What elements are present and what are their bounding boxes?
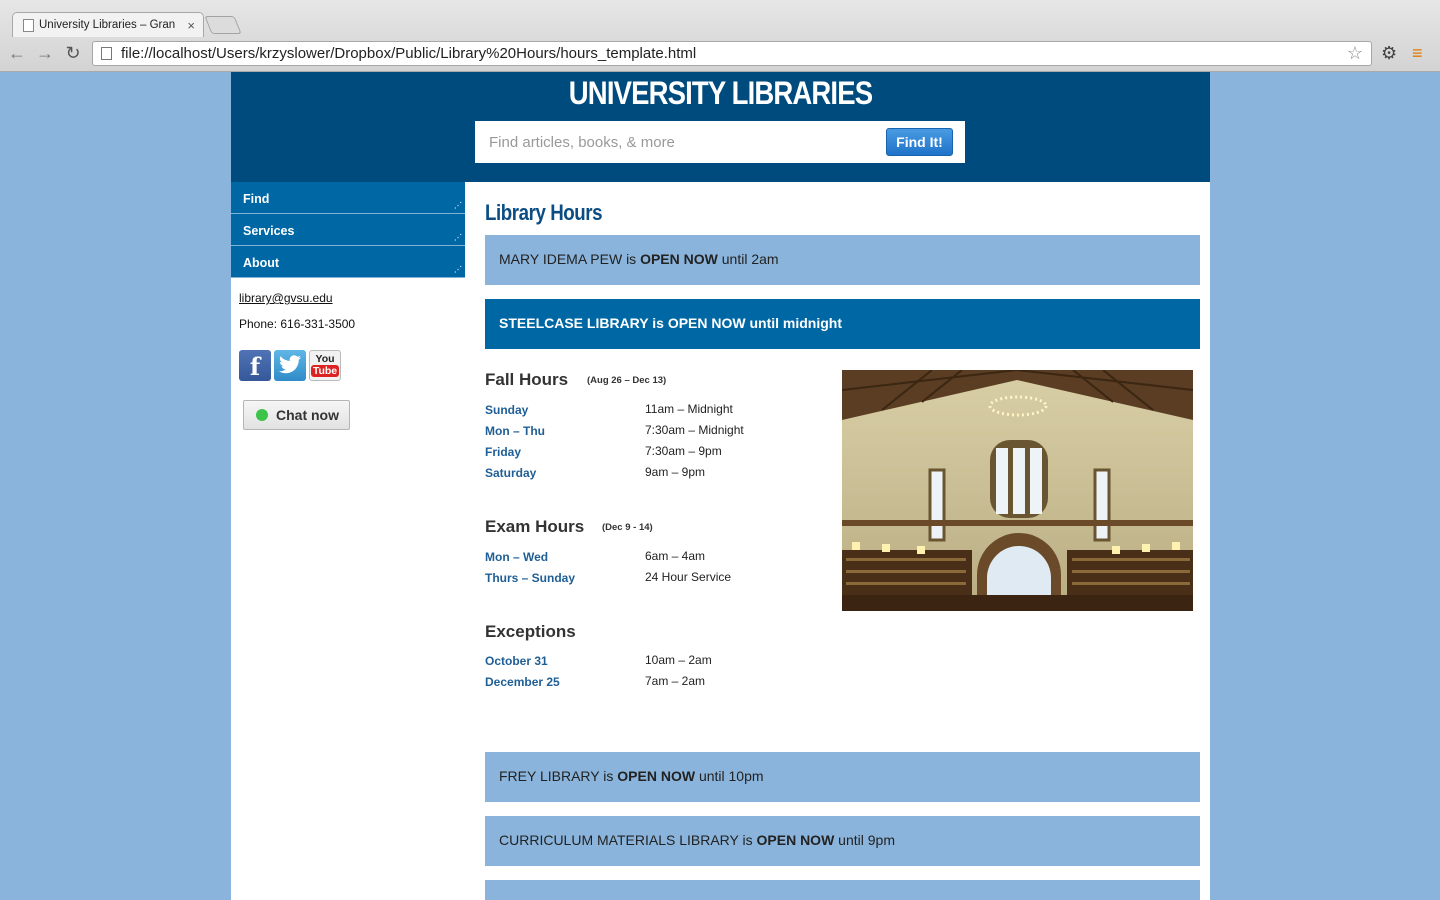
status-until: until 10pm <box>695 768 764 784</box>
tab-title: University Libraries – Gran <box>39 19 176 31</box>
library-name: MARY IDEMA PEW is <box>499 251 641 267</box>
chat-label: Chat now <box>276 407 339 423</box>
library-status-pew[interactable]: MARY IDEMA PEW is OPEN NOW until 2am <box>485 235 1200 285</box>
new-tab-button[interactable] <box>204 16 242 34</box>
exam-hours-title: Exam Hours <box>485 517 585 536</box>
hours-day: Thurs – Sunday <box>485 571 576 585</box>
resize-grip-icon: ⋰ <box>454 233 462 242</box>
search-button[interactable]: Find It! <box>886 128 953 156</box>
hours-time: 7am – 2am <box>645 674 706 688</box>
url-text[interactable]: file://localhost/Users/krzyslower/Dropbo… <box>121 45 1347 62</box>
reload-icon[interactable]: ↻ <box>62 42 84 64</box>
status-text: OPEN NOW <box>640 251 718 267</box>
status-text: OPEN NOW <box>617 768 696 784</box>
browser-toolbar: ← → ↻ file://localhost/Users/krzyslower/… <box>0 37 1440 71</box>
tab-strip: University Libraries – Gran × <box>0 0 1440 37</box>
menu-icon[interactable]: ≡ <box>1412 42 1423 64</box>
hours-time: 6am – 4am <box>645 549 706 563</box>
sidebar-item-about[interactable]: About ⋰ <box>231 246 465 278</box>
page: UNIVERSITY LIBRARIES Find It! Find ⋰ Ser… <box>231 72 1210 900</box>
status-until: until midnight <box>745 315 843 331</box>
back-icon[interactable]: ← <box>6 42 28 64</box>
forward-icon[interactable]: → <box>34 42 56 64</box>
site-header: UNIVERSITY LIBRARIES Find It! <box>231 72 1210 182</box>
exceptions-title: Exceptions <box>485 622 576 641</box>
status-until: until 9pm <box>834 832 895 848</box>
library-status-frey[interactable]: FREY LIBRARY is OPEN NOW until 10pm <box>485 752 1200 802</box>
hours-time: 7:30am – Midnight <box>645 423 744 437</box>
hours-time: 7:30am – 9pm <box>645 444 722 458</box>
youtube-you-text: You <box>315 353 335 365</box>
status-text: OPEN NOW <box>667 315 746 331</box>
chat-now-button[interactable]: Chat now <box>243 400 350 430</box>
hours-day: Friday <box>485 445 522 459</box>
sidebar-item-find[interactable]: Find ⋰ <box>231 182 465 214</box>
sidebar-item-label: About <box>243 256 280 270</box>
hours-day: October 31 <box>485 654 548 668</box>
address-bar[interactable]: file://localhost/Users/krzyslower/Dropbo… <box>92 41 1372 66</box>
status-until: until 2am <box>717 251 779 267</box>
fall-hours-dates: (Aug 26 – Dec 13) <box>587 375 667 386</box>
close-tab-icon[interactable]: × <box>187 18 195 33</box>
resize-grip-icon: ⋰ <box>454 201 462 210</box>
main-content: Library Hours MARY IDEMA PEW is OPEN NOW… <box>485 182 1200 900</box>
email-link[interactable]: library@gvsu.edu <box>239 291 333 305</box>
hours-time: 11am – Midnight <box>645 402 733 416</box>
library-interior-photo <box>842 370 1193 611</box>
library-name: STEELCASE LIBRARY is <box>499 315 668 331</box>
library-status-curriculum[interactable]: CURRICULUM MATERIALS LIBRARY is OPEN NOW… <box>485 816 1200 866</box>
hours-day: Mon – Thu <box>485 424 545 438</box>
hours-time: 24 Hour Service <box>645 570 732 584</box>
library-name: FREY LIBRARY is <box>499 768 618 784</box>
status-text: OPEN NOW <box>756 832 835 848</box>
search-box: Find It! <box>475 121 965 163</box>
settings-icon[interactable]: ⚙ <box>1381 42 1397 64</box>
page-icon <box>23 18 34 32</box>
hours-day: December 25 <box>485 675 560 689</box>
hours-day: Sunday <box>485 403 529 417</box>
fall-hours-title: Fall Hours <box>485 370 569 389</box>
hours-time: 10am – 2am <box>645 653 712 667</box>
library-status-partial[interactable] <box>485 880 1200 900</box>
site-title[interactable]: UNIVERSITY LIBRARIES <box>300 75 1142 112</box>
hours-day: Saturday <box>485 466 537 480</box>
hours-day: Mon – Wed <box>485 550 549 564</box>
library-status-steelcase[interactable]: STEELCASE LIBRARY is OPEN NOW until midn… <box>485 299 1200 349</box>
facebook-icon[interactable]: f <box>239 350 271 381</box>
youtube-icon[interactable]: You Tube <box>309 350 341 381</box>
sidebar-item-label: Find <box>243 192 270 206</box>
youtube-tube-text: Tube <box>310 365 340 377</box>
sidebar-item-services[interactable]: Services ⋰ <box>231 214 465 246</box>
phone-text: Phone: 616-331-3500 <box>239 317 356 331</box>
bookmark-star-icon[interactable]: ☆ <box>1347 43 1363 64</box>
page-icon <box>101 47 112 60</box>
twitter-icon[interactable] <box>274 350 306 381</box>
hours-time: 9am – 9pm <box>645 465 706 479</box>
sidebar-item-label: Services <box>243 224 295 238</box>
sidebar: Find ⋰ Services ⋰ About ⋰ library@gvsu.e… <box>231 182 465 900</box>
online-status-icon <box>256 409 268 421</box>
library-name: CURRICULUM MATERIALS LIBRARY is <box>499 832 757 848</box>
search-input[interactable] <box>475 121 875 163</box>
browser-tab[interactable]: University Libraries – Gran × <box>12 12 204 37</box>
page-title: Library Hours <box>485 200 603 225</box>
browser-chrome: University Libraries – Gran × ← → ↻ file… <box>0 0 1440 72</box>
resize-grip-icon: ⋰ <box>454 265 462 274</box>
exam-hours-dates: (Dec 9 - 14) <box>602 522 653 533</box>
